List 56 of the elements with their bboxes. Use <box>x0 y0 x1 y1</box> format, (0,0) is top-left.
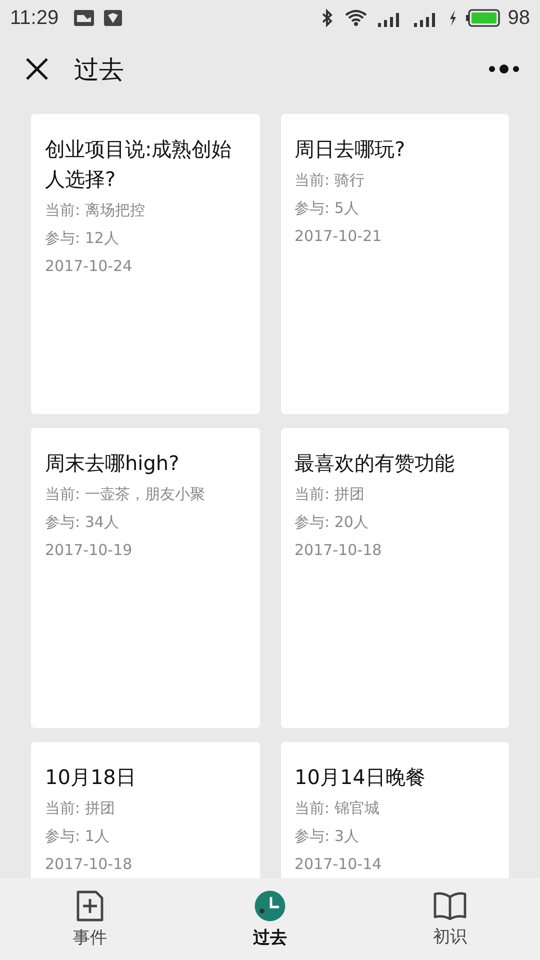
event-date: 2017-10-19 <box>45 540 134 561</box>
event-date: 2017-10-21 <box>294 226 383 247</box>
current-label: 当前: <box>45 799 80 817</box>
event-date: 2017-10-18 <box>45 854 134 875</box>
current-label: 当前: <box>294 799 330 817</box>
current-value: 离场把控 <box>84 201 145 219</box>
participants-label: 参与: <box>45 229 80 247</box>
participants-count: 12人 <box>84 229 119 247</box>
wifi-icon <box>344 8 368 28</box>
picture-icon <box>72 9 95 27</box>
current-value: 骑行 <box>334 171 364 189</box>
page-title: 过去 <box>74 54 124 86</box>
participants-count: 20人 <box>334 513 368 531</box>
event-title: 周日去哪玩? <box>294 136 406 163</box>
tab[interactable]: 初识 <box>360 878 540 960</box>
event-card[interactable]: 10月14日晚餐 当前: 锦官城 参与: 3人 2017-10-14 <box>280 742 509 878</box>
event-card[interactable]: 周日去哪玩? 当前: 骑行 参与: 5人 2017-10-21 <box>280 114 509 414</box>
participants-label: 参与: <box>294 199 330 217</box>
participants-label: 参与: <box>45 827 80 845</box>
event-title: 周末去哪high? <box>45 450 180 477</box>
event-date: 2017-10-18 <box>294 540 383 561</box>
current-value: 锦官城 <box>334 799 380 817</box>
charging-icon <box>448 9 458 27</box>
event-title: 10月18日 <box>45 764 137 791</box>
current-label: 当前: <box>45 201 80 219</box>
event-card[interactable]: 周末去哪high? 当前: 一壶茶，朋友小聚 参与: 34人 2017-10-19 <box>31 428 260 728</box>
event-title: 创业项目说:成熟创始人选择? <box>45 136 233 193</box>
current-value: 一壶茶，朋友小聚 <box>84 485 205 503</box>
event-title: 最喜欢的有赞功能 <box>294 450 456 477</box>
participants-label: 参与: <box>294 827 330 845</box>
current-value: 拼团 <box>84 799 115 817</box>
shield-icon <box>102 9 123 27</box>
clock-icon <box>254 890 286 922</box>
book-icon <box>433 890 467 920</box>
status-time: 11:29 <box>10 6 59 30</box>
current-label: 当前: <box>45 485 80 503</box>
event-card[interactable]: 创业项目说:成熟创始人选择? 当前: 离场把控 参与: 12人 2017-10-24 <box>31 114 260 414</box>
participants-label: 参与: <box>294 513 330 531</box>
tab[interactable]: 过去 <box>180 878 360 960</box>
event-card[interactable]: 10月18日 当前: 拼团 参与: 1人 2017-10-18 <box>31 742 260 878</box>
event-date: 2017-10-24 <box>45 256 134 277</box>
participants-count: 3人 <box>334 827 359 845</box>
current-value: 拼团 <box>334 485 364 503</box>
participants-count: 34人 <box>84 513 119 531</box>
current-label: 当前: <box>294 485 330 503</box>
event-title: 10月14日晚餐 <box>294 764 426 791</box>
participants-label: 参与: <box>45 513 80 531</box>
event-card[interactable]: 最喜欢的有赞功能 当前: 拼团 参与: 20人 2017-10-18 <box>280 428 509 728</box>
battery-icon <box>466 9 500 27</box>
battery-percent: 98 <box>508 6 530 30</box>
event-date: 2017-10-14 <box>294 854 383 875</box>
participants-count: 5人 <box>334 199 359 217</box>
add-document-icon <box>76 890 104 922</box>
tab[interactable]: 事件 <box>0 878 180 960</box>
current-label: 当前: <box>294 171 330 189</box>
participants-count: 1人 <box>84 827 110 845</box>
